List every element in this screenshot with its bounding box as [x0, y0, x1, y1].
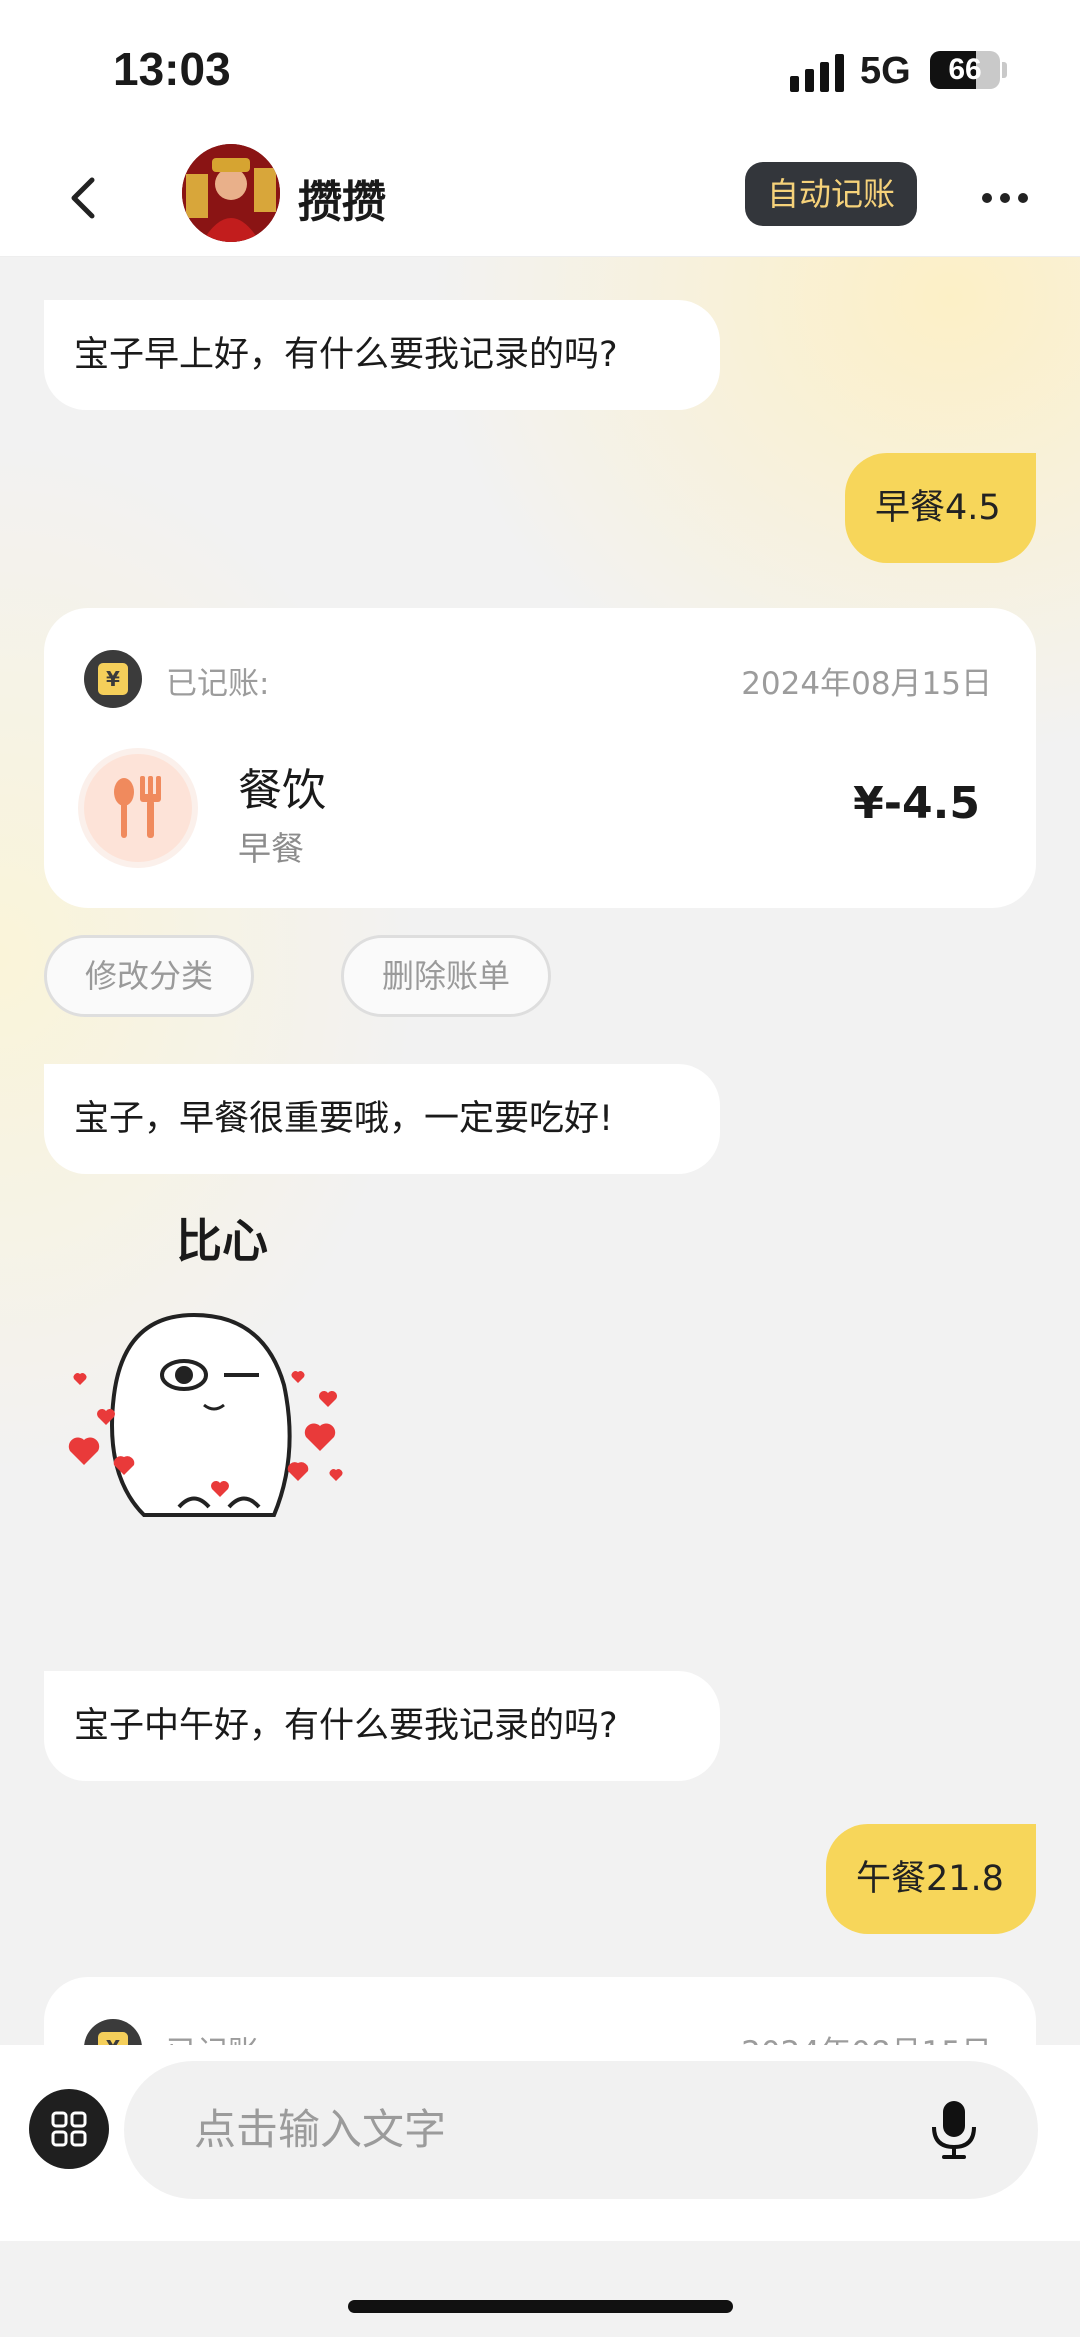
chat-area[interactable]: 宝子早上好，有什么要我记录的吗? 早餐4.5 ¥ 已记账: 2024年08月15…	[0, 257, 1080, 2045]
battery-level: 66	[948, 53, 982, 86]
bill-date: 2024年08月15日	[741, 2027, 992, 2045]
input-bar: 点击输入文字	[0, 2045, 1080, 2241]
bot-message: 宝子中午好，有什么要我记录的吗?	[44, 1671, 720, 1781]
message-input[interactable]: 点击输入文字	[124, 2061, 1038, 2199]
input-placeholder: 点击输入文字	[194, 2105, 447, 2154]
battery-tip	[1002, 62, 1007, 78]
recorded-label: 已记账:	[166, 2027, 269, 2045]
modify-category-button[interactable]: 修改分类	[44, 935, 254, 1017]
recorded-label: 已记账:	[166, 666, 270, 702]
bot-message: 宝子，早餐很重要哦，一定要吃好!	[44, 1064, 720, 1174]
network-type: 5G	[860, 50, 911, 92]
chat-header: 攒攒 自动记账	[0, 140, 1080, 257]
microphone-icon[interactable]	[926, 2099, 982, 2161]
bill-card[interactable]: ¥ 已记账: 2024年08月15日	[44, 1977, 1036, 2045]
bot-message: 宝子早上好，有什么要我记录的吗?	[44, 300, 720, 410]
more-dots-icon[interactable]	[975, 168, 1035, 228]
yen-receipt-icon: ¥	[84, 2019, 142, 2045]
signal-icon	[790, 54, 844, 92]
bill-amount: ¥-4.5	[853, 778, 980, 829]
home-area	[0, 2241, 1080, 2337]
heart-sticker-image	[68, 1312, 343, 1517]
sticker-caption: 比心	[176, 1214, 268, 1268]
auto-bookkeeping-button[interactable]: 自动记账	[745, 162, 917, 226]
bill-date: 2024年08月15日	[741, 666, 992, 702]
grid-icon[interactable]	[29, 2089, 109, 2169]
home-indicator[interactable]	[348, 2300, 733, 2313]
sticker[interactable]: 比心	[44, 1205, 364, 1535]
yen-receipt-icon: ¥	[84, 650, 142, 708]
bill-card[interactable]: ¥ 已记账: 2024年08月15日 餐饮 早餐 ¥-4.5	[44, 608, 1036, 908]
category-name: 餐饮	[238, 765, 326, 816]
delete-bill-button[interactable]: 删除账单	[341, 935, 551, 1017]
avatar-image	[182, 144, 280, 242]
contact-name: 攒攒	[298, 177, 386, 228]
user-message: 早餐4.5	[845, 453, 1036, 563]
category-note: 早餐	[238, 829, 304, 868]
status-bar: 13:03 5G 66	[0, 0, 1080, 140]
chevron-left-icon[interactable]	[56, 168, 116, 228]
user-message: 午餐21.8	[826, 1824, 1036, 1934]
avatar[interactable]	[182, 144, 280, 242]
utensils-icon	[84, 754, 192, 862]
status-time: 13:03	[113, 43, 231, 95]
battery-icon: 66	[930, 51, 1000, 89]
